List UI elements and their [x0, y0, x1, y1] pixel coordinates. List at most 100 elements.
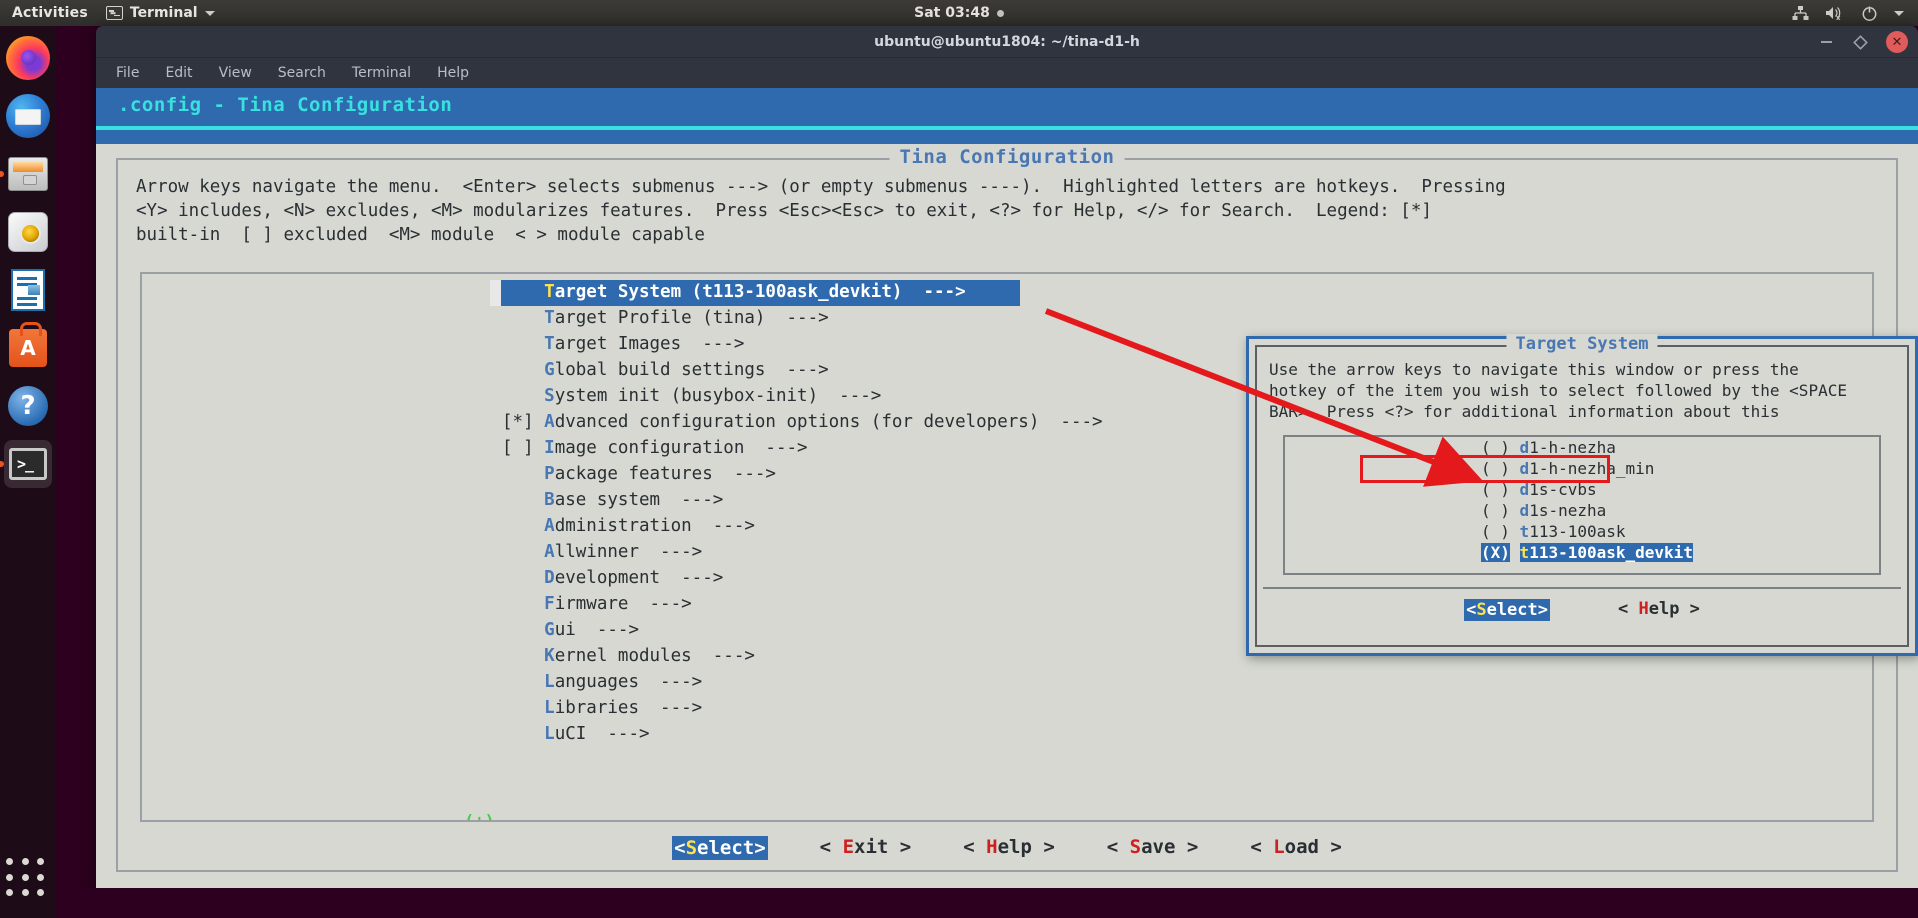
menu-item-prefix	[502, 698, 544, 718]
menu-item-prefix	[502, 464, 544, 484]
menu-file[interactable]: File	[116, 65, 139, 81]
menu-item-text: ernel modules --->	[555, 646, 755, 666]
menu-item-17[interactable]: LuCI --->	[142, 722, 1874, 748]
dialog-help-text: Use the arrow keys to navigate this wind…	[1257, 347, 1907, 422]
menuconfig-xit-button[interactable]: < Exit >	[820, 836, 912, 860]
window-controls: ✕	[1818, 26, 1908, 58]
app-menu-button[interactable]: Terminal	[106, 5, 215, 21]
menu-item-label: Development --->	[502, 568, 723, 588]
notification-dot-icon	[997, 10, 1004, 17]
dialog-elect-button[interactable]: <Select>	[1464, 599, 1550, 621]
menu-item-16[interactable]: Libraries --->	[142, 696, 1874, 722]
dock-item-firefox[interactable]	[4, 34, 52, 82]
clock-button[interactable]: Sat 03:48	[0, 5, 1918, 21]
chevron-down-icon[interactable]	[1894, 11, 1904, 16]
close-button[interactable]: ✕	[1886, 31, 1908, 53]
top-bar-left: Activities Terminal	[0, 5, 215, 21]
hotkey-letter: T	[544, 282, 555, 302]
menuconfig-elp-button[interactable]: < Help >	[963, 836, 1055, 860]
maximize-button[interactable]	[1852, 34, 1868, 50]
menu-search[interactable]: Search	[278, 65, 326, 81]
spacer	[1510, 543, 1520, 562]
menu-item-15[interactable]: Languages --->	[142, 670, 1874, 696]
radio-marker[interactable]: ( )	[1481, 438, 1510, 457]
menuconfig-ave-button[interactable]: < Save >	[1107, 836, 1199, 860]
radio-marker[interactable]: ( )	[1481, 459, 1510, 478]
minimize-button[interactable]	[1818, 34, 1834, 50]
radio-marker[interactable]: ( )	[1481, 501, 1510, 520]
power-icon[interactable]	[1861, 5, 1878, 22]
target-option-2[interactable]: ( ) d1s-cvbs	[1285, 479, 1879, 500]
option-label: t113-100ask	[1520, 522, 1626, 541]
dock-item-files[interactable]	[4, 150, 52, 198]
button-bracket-left: <	[963, 836, 986, 858]
menu-view[interactable]: View	[219, 65, 252, 81]
clock-label: Sat 03:48	[914, 5, 990, 21]
menu-item-1[interactable]: Target Profile (tina) --->	[142, 306, 1874, 332]
button-label: elp >	[998, 836, 1055, 858]
terminal-window: ubuntu@ubuntu1804: ~/tina-d1-h ✕ File Ed…	[96, 26, 1918, 888]
dock-item-rhythmbox[interactable]	[4, 208, 52, 256]
button-label: ave >	[1141, 836, 1198, 858]
target-option-5[interactable]: (X) t113-100ask_devkit	[1285, 542, 1879, 563]
spacer	[1510, 501, 1520, 520]
menu-item-label: Kernel modules --->	[502, 646, 755, 666]
menu-item-prefix	[502, 646, 544, 666]
target-option-4[interactable]: ( ) t113-100ask	[1285, 521, 1879, 542]
network-icon[interactable]	[1792, 6, 1809, 21]
menuconfig-button-bar: <Select>< Exit >< Help >< Save >< Load >	[118, 836, 1896, 860]
menu-terminal[interactable]: Terminal	[352, 65, 411, 81]
target-option-3[interactable]: ( ) d1s-nezha	[1285, 500, 1879, 521]
dock-item-terminal[interactable]: >_	[4, 440, 52, 488]
menu-edit[interactable]: Edit	[165, 65, 192, 81]
show-applications-button[interactable]	[6, 858, 50, 902]
grid-dot-icon	[37, 889, 44, 896]
hotkey-letter: S	[686, 837, 697, 859]
target-option-1[interactable]: ( ) d1-h-nezha_min	[1285, 458, 1879, 479]
dialog-inner-frame: Target System Use the arrow keys to navi…	[1255, 345, 1909, 647]
menu-item-label: Global build settings --->	[502, 360, 829, 380]
dock-item-help[interactable]: ?	[4, 382, 52, 430]
button-label: elect>	[697, 837, 766, 859]
volume-muted-icon[interactable]: x	[1825, 5, 1845, 21]
menu-item-text: ui --->	[555, 620, 639, 640]
chevron-down-icon	[205, 11, 215, 16]
target-option-0[interactable]: ( ) d1-h-nezha	[1285, 437, 1879, 458]
button-bracket-left: <	[1466, 600, 1476, 620]
menu-item-prefix	[502, 568, 544, 588]
hotkey-letter: S	[544, 386, 555, 406]
help-icon: ?	[8, 386, 48, 426]
menu-item-text: mage configuration --->	[555, 438, 808, 458]
menuconfig-elect-button[interactable]: <Select>	[672, 836, 768, 860]
option-text: 1-h-nezha	[1529, 438, 1616, 457]
menu-item-prefix	[502, 672, 544, 692]
menu-help[interactable]: Help	[437, 65, 469, 81]
menu-item-0[interactable]: Target System (t113-100ask_devkit) --->	[142, 280, 1874, 306]
menu-item-label: Target Images --->	[502, 334, 744, 354]
menuconfig-oad-button[interactable]: < Load >	[1250, 836, 1342, 860]
button-bracket-left: <	[1250, 836, 1273, 858]
menu-item-label: Allwinner --->	[502, 542, 702, 562]
radio-marker[interactable]: (X)	[1481, 543, 1510, 562]
menu-item-text: anguages --->	[555, 672, 703, 692]
activities-button[interactable]: Activities	[12, 5, 88, 21]
target-system-option-list[interactable]: ( ) d1-h-nezha( ) d1-h-nezha_min( ) d1s-…	[1283, 435, 1881, 575]
menu-item-label: Firmware --->	[502, 594, 692, 614]
hotkey-letter: S	[1130, 836, 1141, 858]
radio-marker[interactable]: ( )	[1481, 480, 1510, 499]
hotkey-letter: H	[986, 836, 997, 858]
window-title-bar[interactable]: ubuntu@ubuntu1804: ~/tina-d1-h ✕	[96, 26, 1918, 58]
hotkey-letter: H	[1638, 599, 1648, 619]
dock-item-thunderbird[interactable]	[4, 92, 52, 140]
dialog-elp-button[interactable]: < Help >	[1618, 599, 1700, 621]
system-status-area[interactable]: x	[1792, 5, 1904, 22]
hotkey-letter: d	[1520, 459, 1530, 478]
dock-item-ubuntu-software[interactable]	[4, 324, 52, 372]
menu-item-prefix	[502, 724, 544, 744]
radio-marker[interactable]: ( )	[1481, 522, 1510, 541]
menu-item-text: irmware --->	[555, 594, 692, 614]
dock-item-libreoffice-writer[interactable]	[4, 266, 52, 314]
menu-item-label: Languages --->	[502, 672, 702, 692]
hotkey-letter: t	[1520, 522, 1530, 541]
button-bracket-left: <	[820, 836, 843, 858]
